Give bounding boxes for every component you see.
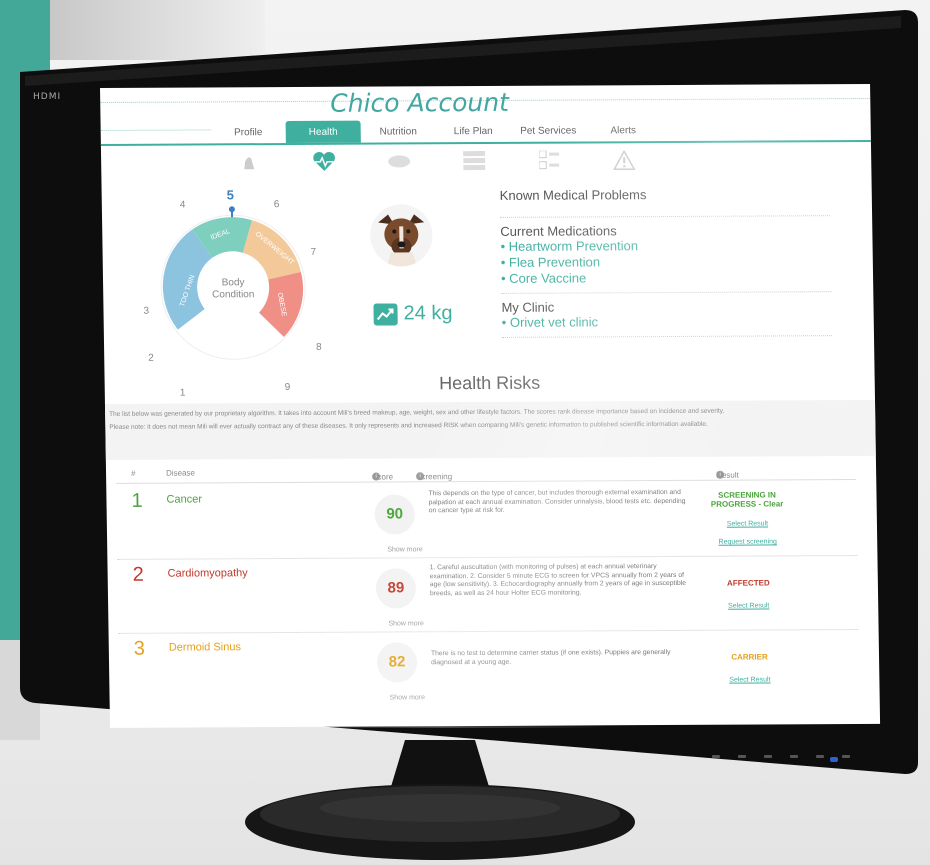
risk-score: 89 <box>375 568 417 609</box>
risk-rank: 3 <box>133 637 146 660</box>
tab-alerts[interactable]: Alerts <box>586 119 661 141</box>
notice-text-2: Please note: it does not mean Mili will … <box>109 420 708 431</box>
checklist-icon[interactable] <box>511 147 586 173</box>
heartbeat-icon[interactable] <box>286 149 361 175</box>
weight-value: 24 kg <box>403 302 453 325</box>
table-row: 2 Cardiomyopathy 89 1. Careful auscultat… <box>117 556 859 634</box>
scale-number-2: 2 <box>148 352 154 364</box>
scale-number-3: 3 <box>143 305 150 317</box>
known-problems-section: Known Medical Problems <box>499 180 831 218</box>
body-condition-score: 5 <box>226 187 235 203</box>
body-condition-label: Body Condition <box>212 277 255 301</box>
pet-weight: 24 kg <box>373 302 453 326</box>
body-condition-gauge: Body Condition 5 1 2 3 4 6 7 8 9 TOO THI… <box>132 187 335 398</box>
info-icon[interactable]: i <box>416 472 425 481</box>
risk-table-header: # Disease Score i Screening i Result i <box>115 460 857 484</box>
health-risks-title: Health Risks <box>439 372 541 394</box>
result-status: AFFECTED <box>726 578 770 588</box>
info-icon[interactable]: i <box>716 470 725 479</box>
tab-health[interactable]: Health <box>285 120 361 144</box>
tab-bar: Profile Health Nutrition Life Plan Pet S… <box>211 119 661 144</box>
scale-number-8: 8 <box>316 341 322 353</box>
result-status: SCREENING IN PROGRESS - Clear <box>710 490 784 509</box>
food-bowl-icon[interactable] <box>361 148 436 174</box>
medication-item[interactable]: • Heartworm Prevention <box>500 237 830 255</box>
show-more-link[interactable]: Show more <box>387 546 423 553</box>
disease-name[interactable]: Dermoid Sinus <box>169 641 241 653</box>
medical-info: Known Medical Problems Current Medicatio… <box>499 180 832 338</box>
risk-score: 82 <box>376 642 418 683</box>
disease-name[interactable]: Cancer <box>166 493 202 505</box>
scale-number-6: 6 <box>273 199 280 211</box>
tab-icon-row <box>211 147 661 175</box>
col-num: # <box>130 468 136 478</box>
risk-rank: 1 <box>131 489 143 512</box>
clinic-heading: My Clinic <box>501 299 555 315</box>
page-title: Chico Account <box>330 87 510 118</box>
medications-section: Current Medications • Heartworm Preventi… <box>500 216 832 294</box>
warning-icon[interactable] <box>586 147 661 173</box>
dog-icon[interactable] <box>211 149 286 175</box>
tab-divider <box>100 129 211 131</box>
select-result-link[interactable]: Select Result <box>697 676 802 684</box>
weight-trend-icon <box>373 302 398 326</box>
medications-heading: Current Medications <box>500 223 617 239</box>
table-row: 3 Dermoid Sinus 82 There is no test to d… <box>119 630 860 708</box>
col-disease: Disease <box>165 468 196 478</box>
disease-name[interactable]: Cardiomyopathy <box>168 567 248 579</box>
screening-text: This depends on the type of cancer, but … <box>428 488 686 515</box>
tab-life-plan[interactable]: Life Plan <box>436 120 511 142</box>
select-result-link[interactable]: Select Result <box>695 520 800 528</box>
medication-item[interactable]: • Core Vaccine <box>501 269 831 287</box>
result-status: CARRIER <box>731 652 768 662</box>
pet-avatar <box>369 204 433 267</box>
screening-text: 1. Careful auscultation (with monitoring… <box>429 563 687 597</box>
request-screening-link[interactable]: Request screening <box>695 538 800 546</box>
scale-number-4: 4 <box>179 199 186 211</box>
notice-text-1: The list below was generated by our prop… <box>109 407 725 418</box>
medication-item[interactable]: • Flea Prevention <box>501 253 831 271</box>
show-more-link[interactable]: Show more <box>388 620 424 627</box>
screening-text: There is no test to determine carrier st… <box>430 648 671 666</box>
select-result-link[interactable]: Select Result <box>696 602 801 610</box>
known-problems-heading: Known Medical Problems <box>499 187 647 203</box>
clinic-section: My Clinic • Orivet vet clinic <box>501 292 832 338</box>
monitor-brand-label: HDMI <box>33 92 62 102</box>
clinic-link[interactable]: • Orivet vet clinic <box>502 313 832 331</box>
tab-profile[interactable]: Profile <box>211 121 286 143</box>
health-risks-notice: The list below was generated by our prop… <box>104 399 876 460</box>
scale-number-7: 7 <box>310 246 317 258</box>
info-icon[interactable]: i <box>372 472 381 481</box>
risk-score: 90 <box>374 494 416 535</box>
table-row: 1 Cancer 90 This depends on the type of … <box>116 482 858 560</box>
show-more-link[interactable]: Show more <box>390 694 426 701</box>
risk-rank: 2 <box>132 563 144 586</box>
tab-nutrition[interactable]: Nutrition <box>361 120 436 142</box>
table-icon[interactable] <box>436 148 511 174</box>
power-led <box>830 757 838 762</box>
tab-pet-services[interactable]: Pet Services <box>511 119 586 141</box>
screen: Chico Account Profile Health Nutrition L… <box>100 83 881 728</box>
